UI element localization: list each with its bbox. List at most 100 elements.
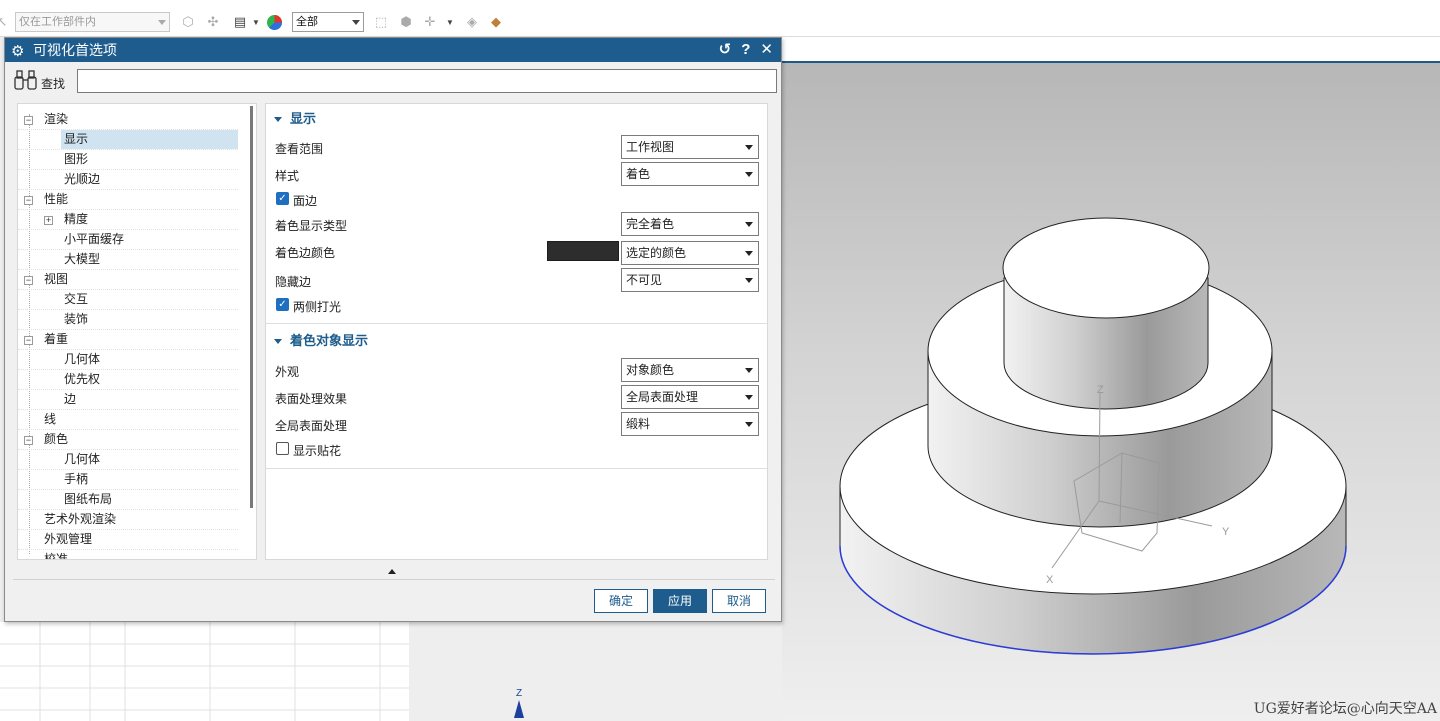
tree-item-label: 装饰 bbox=[64, 312, 89, 326]
tree-item-label: 着重 bbox=[44, 332, 69, 346]
tree-item[interactable]: 交互 bbox=[18, 290, 238, 310]
display-group-header[interactable]: 显示 bbox=[274, 108, 316, 126]
surface-effect-dropdown[interactable]: 全局表面处理 bbox=[621, 385, 759, 409]
tree-item-label: 优先权 bbox=[64, 372, 101, 386]
two-side-light-label: 两侧打光 bbox=[293, 300, 342, 314]
tree-item[interactable]: 校准 bbox=[18, 550, 238, 559]
close-icon[interactable]: ✕ bbox=[760, 38, 773, 62]
chevron-down-icon bbox=[745, 422, 753, 427]
snap-icon[interactable]: ↖ bbox=[0, 12, 12, 32]
cancel-button[interactable]: 取消 bbox=[712, 589, 766, 613]
global-surface-value: 缎料 bbox=[626, 417, 651, 431]
two-side-light-checkbox[interactable]: ✓ bbox=[276, 298, 289, 311]
tree-item[interactable]: 图纸布局 bbox=[18, 490, 238, 510]
shaded-group-header[interactable]: 着色对象显示 bbox=[274, 330, 368, 348]
select-point-icon[interactable]: ✛ bbox=[420, 12, 440, 32]
select-feature-icon[interactable]: ⬡ bbox=[178, 12, 198, 32]
tree-item[interactable]: 边 bbox=[18, 390, 238, 410]
tree-item[interactable]: 几何体 bbox=[18, 450, 238, 470]
shaded-type-dropdown[interactable]: 完全着色 bbox=[621, 212, 759, 236]
global-surface-dropdown[interactable]: 缎料 bbox=[621, 412, 759, 436]
tree-item[interactable]: 线 bbox=[18, 410, 238, 430]
chevron-down-icon bbox=[745, 368, 753, 373]
category-tree[interactable]: − 渲染 显示 图形 光顺边 − 性能 + 精度 小平面缓存 大模型 − 视图 交互 装饰 − 着重 几何体 优先权… bbox=[17, 103, 257, 560]
shaded-edge-color-label: 着色边颜色 bbox=[275, 246, 336, 260]
surface-effect-value: 全局表面处理 bbox=[626, 390, 699, 404]
chevron-down-icon bbox=[158, 20, 166, 25]
collapse-icon[interactable]: − bbox=[24, 436, 33, 445]
collapse-icon[interactable]: − bbox=[24, 196, 33, 205]
face-edges-checkbox[interactable]: ✓ bbox=[276, 192, 289, 205]
chevron-down-icon bbox=[352, 20, 360, 25]
collapse-icon[interactable]: − bbox=[24, 336, 33, 345]
chevron-down-icon bbox=[745, 395, 753, 400]
dialog-title-bar[interactable]: ⚙ 可视化首选项 ↺ ? ✕ bbox=[5, 38, 781, 62]
tree-item[interactable]: 优先权 bbox=[18, 370, 238, 390]
collapse-icon[interactable]: − bbox=[24, 276, 33, 285]
reset-icon[interactable]: ↺ bbox=[719, 38, 732, 62]
edge-color-swatch[interactable] bbox=[547, 241, 619, 261]
help-icon[interactable]: ? bbox=[741, 38, 750, 62]
tree-item[interactable]: 外观管理 bbox=[18, 530, 238, 550]
view-range-label: 查看范围 bbox=[275, 142, 324, 156]
show-decals-label: 显示贴花 bbox=[293, 444, 342, 458]
tree-item[interactable]: 艺术外观渲染 bbox=[18, 510, 238, 530]
filter-dropdown-icon[interactable]: ▼ bbox=[246, 12, 266, 32]
view-range-dropdown[interactable]: 工作视图 bbox=[621, 135, 759, 159]
hidden-edges-label: 隐藏边 bbox=[275, 275, 312, 289]
show-decals-checkbox[interactable] bbox=[276, 442, 289, 455]
collapse-icon[interactable]: − bbox=[24, 116, 33, 125]
tree-item[interactable]: − 着重 bbox=[18, 330, 238, 350]
tree-item[interactable]: 几何体 bbox=[18, 350, 238, 370]
expand-icon[interactable]: + bbox=[44, 216, 53, 225]
point-dropdown-icon[interactable]: ▼ bbox=[440, 12, 460, 32]
cube-color-icon[interactable]: ◆ bbox=[486, 12, 506, 32]
spreadsheet-background bbox=[0, 622, 409, 721]
ok-button[interactable]: 确定 bbox=[594, 589, 648, 613]
tree-item[interactable]: + 精度 bbox=[18, 210, 238, 230]
apply-button[interactable]: 应用 bbox=[653, 589, 707, 613]
tree-item-label: 视图 bbox=[44, 272, 69, 286]
tree-scrollbar[interactable] bbox=[250, 106, 253, 508]
style-dropdown[interactable]: 着色 bbox=[621, 162, 759, 186]
visualization-preferences-dialog: ⚙ 可视化首选项 ↺ ? ✕ 查找 − 渲染 显示 图形 光顺边 − 性能 + 精度 小平面缓存大… bbox=[4, 37, 782, 622]
tree-item[interactable]: 手柄 bbox=[18, 470, 238, 490]
tree-item-label: 颜色 bbox=[44, 432, 69, 446]
top-toolbar: ↖ 仅在工作部件内 ⬡ ✣ ▤ ▼ 全部 ⬚ ⬢ ✛ ▼ ◈ ◆ bbox=[0, 0, 1440, 37]
color-filter-icon[interactable] bbox=[264, 12, 284, 32]
tree-item[interactable]: 光顺边 bbox=[18, 170, 238, 190]
cube-grey-icon[interactable]: ◈ bbox=[462, 12, 482, 32]
shaded-edge-color-dropdown[interactable]: 选定的颜色 bbox=[621, 241, 759, 265]
search-input[interactable] bbox=[77, 69, 777, 93]
type-filter-combo[interactable]: 全部 bbox=[292, 12, 364, 32]
appearance-dropdown[interactable]: 对象颜色 bbox=[621, 358, 759, 382]
tree-item[interactable]: − 视图 bbox=[18, 270, 238, 290]
watermark-text: UG爱好者论坛@心向天空AA bbox=[1253, 701, 1437, 717]
display-group-title: 显示 bbox=[290, 111, 317, 126]
tree-item[interactable]: 显示 bbox=[18, 130, 238, 150]
tree-item-label: 性能 bbox=[44, 192, 69, 206]
shaded-type-label: 着色显示类型 bbox=[275, 219, 348, 233]
tree-item[interactable]: − 性能 bbox=[18, 190, 238, 210]
tree-item[interactable]: 装饰 bbox=[18, 310, 238, 330]
appearance-value: 对象颜色 bbox=[626, 363, 675, 377]
viewport-lower-area: Z bbox=[409, 622, 782, 721]
tree-item[interactable]: 小平面缓存 bbox=[18, 230, 238, 250]
binoculars-icon bbox=[13, 69, 39, 96]
tree-item-label: 外观管理 bbox=[44, 532, 93, 546]
select-body-icon[interactable]: ✣ bbox=[203, 12, 223, 32]
tree-item-label: 图形 bbox=[64, 152, 89, 166]
tree-item[interactable]: − 渲染 bbox=[18, 110, 238, 130]
chevron-down-icon bbox=[745, 145, 753, 150]
tree-item[interactable]: − 颜色 bbox=[18, 430, 238, 450]
hidden-edges-dropdown[interactable]: 不可见 bbox=[621, 268, 759, 292]
selection-scope-combo[interactable]: 仅在工作部件内 bbox=[15, 12, 170, 32]
select-all-icon[interactable]: ⬚ bbox=[371, 12, 391, 32]
tree-item[interactable]: 大模型 bbox=[18, 250, 238, 270]
tree-item[interactable]: 图形 bbox=[18, 150, 238, 170]
graphics-viewport[interactable]: Z Y X UG爱好者论坛@心向天空AA bbox=[782, 63, 1440, 721]
select-cube-icon[interactable]: ⬢ bbox=[396, 12, 416, 32]
search-label: 查找 bbox=[41, 77, 66, 91]
collapse-up-icon[interactable] bbox=[388, 569, 396, 574]
tree-item-label: 交互 bbox=[64, 292, 89, 306]
